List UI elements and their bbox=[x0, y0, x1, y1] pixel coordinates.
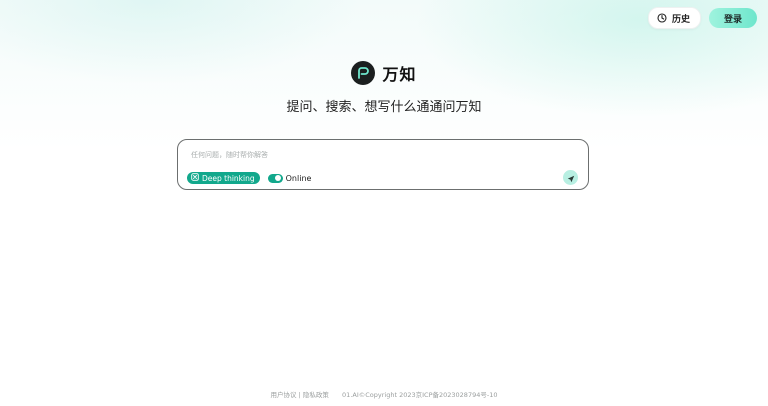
toggle-knob bbox=[275, 175, 282, 181]
copyright-text: 01.AI©Copyright 2023京ICP备2023028794号-10 bbox=[342, 391, 498, 399]
brand: 万知 bbox=[0, 61, 768, 85]
wanzhi-logo-icon bbox=[351, 61, 376, 85]
header-actions: 历史 登录 bbox=[647, 7, 757, 29]
user-agreement-link[interactable]: 用户协议 bbox=[271, 391, 297, 399]
send-icon bbox=[567, 168, 575, 187]
search-box: Deep thinking Online bbox=[177, 139, 589, 190]
brand-name: 万知 bbox=[382, 65, 417, 84]
tagline: 提问、搜索、想写什么通通问万知 bbox=[286, 100, 482, 115]
deep-thinking-label: Deep thinking bbox=[202, 173, 255, 183]
online-label: Online bbox=[285, 173, 312, 183]
deep-thinking-icon bbox=[191, 173, 199, 183]
privacy-policy-link[interactable]: 隐私政策 bbox=[303, 391, 329, 399]
search-options: Deep thinking Online bbox=[187, 172, 311, 184]
footer-separator: | bbox=[298, 391, 301, 399]
login-button[interactable]: 登录 bbox=[709, 8, 757, 28]
send-button[interactable] bbox=[563, 170, 578, 185]
footer: 用户协议 | 隐私政策 01.AI©Copyright 2023京ICP备202… bbox=[0, 389, 768, 399]
online-toggle[interactable] bbox=[267, 173, 283, 183]
question-input[interactable] bbox=[191, 149, 571, 161]
history-button[interactable]: 历史 bbox=[647, 7, 701, 29]
online-option: Online bbox=[267, 173, 312, 183]
clock-icon bbox=[657, 13, 667, 23]
deep-thinking-button[interactable]: Deep thinking bbox=[187, 172, 260, 184]
history-label: 历史 bbox=[671, 14, 690, 25]
